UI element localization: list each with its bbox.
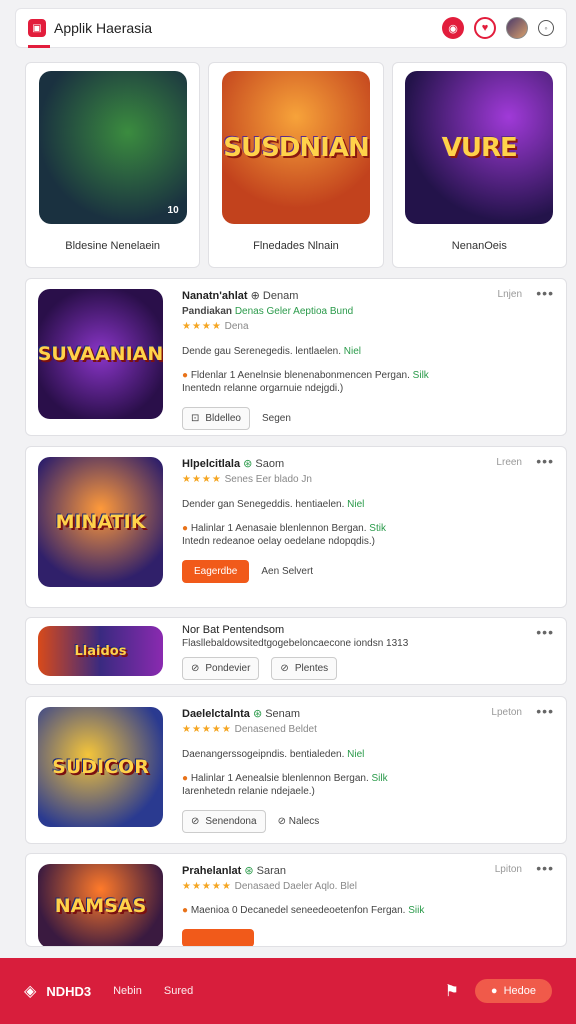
app-feature: ● Fldenlar 1 Aenelnsie blenenabonmencen … <box>182 370 429 394</box>
more-options-icon[interactable]: ••• <box>536 453 554 469</box>
featured-image: SUSDNIAN <box>221 71 370 224</box>
app-link[interactable]: ⊘ Nalecs <box>278 816 320 827</box>
app-rating: ★★★★★ Denasaed Daeler Aqlo. Blel <box>182 881 357 892</box>
app-secondary-button[interactable]: ⊘ Senendona <box>182 810 266 833</box>
brand-name[interactable]: NDHD3 <box>46 984 91 999</box>
notification-icon[interactable]: ◉ <box>442 17 464 39</box>
app-rating: ★★★★ Senes Eer blado Jn <box>182 474 312 485</box>
app-time: Lreen <box>496 457 522 468</box>
app-title: Applik Haerasia <box>54 20 153 36</box>
app-primary-button[interactable] <box>182 929 254 946</box>
featured-image: VURE <box>405 71 554 224</box>
cta-button[interactable]: ● Hedoe <box>474 979 552 1003</box>
app-rating: ★★★★★ Denasened Beldet <box>182 724 317 735</box>
featured-label: NenanOeis <box>451 240 507 252</box>
bottom-link[interactable]: Sured <box>164 985 193 997</box>
app-name[interactable]: Nor Bat Pentendsom <box>182 624 554 636</box>
app-link[interactable]: Segen <box>262 413 291 424</box>
app-secondary-button[interactable]: ⊡ Bldelleo <box>182 407 250 430</box>
app-thumbnail[interactable]: MINATIK <box>38 457 163 587</box>
app-feature: ● Maenioa 0 Decanedel seneedeoetenfon Fe… <box>182 905 425 916</box>
app-feature: ● Halinlar 1 Aenealsie blenlennon Bergan… <box>182 773 388 797</box>
app-description: Dender gan Senegeddis. hentiaelen. Niel <box>182 499 365 510</box>
app-feature: ● Halinlar 1 Aenasaie blenlennon Bergan.… <box>182 523 386 547</box>
app-secondary-button[interactable]: ⊘ Plentes <box>271 657 338 680</box>
featured-label: Flnedades Nlnain <box>253 240 339 252</box>
top-header: ▣ Applik Haerasia ◉ ♥ ◦ <box>15 8 567 48</box>
app-subtitle: Pandiakan Denas Geler Aeptioa Bund <box>182 306 354 317</box>
more-options-icon[interactable]: ••• <box>536 703 554 719</box>
app-card[interactable]: Llaidos Nor Bat Pentendsom Flasllebaldow… <box>25 617 567 685</box>
app-description: Daenangerssogeipndis. bentialeden. Niel <box>182 749 365 760</box>
more-options-icon[interactable]: ••• <box>536 624 554 640</box>
flag-icon[interactable]: ⚑ <box>445 981 459 1001</box>
tag-icon: ⊘ <box>191 663 200 674</box>
heart-icon[interactable]: ♥ <box>474 17 496 39</box>
featured-card[interactable]: 10 Bldesine Nenelaein <box>25 62 201 268</box>
app-time: Lpeton <box>491 707 522 718</box>
app-secondary-button[interactable]: ⊘ Pondevier <box>182 657 260 680</box>
image-icon: ⊡ <box>191 413 200 424</box>
app-time: Lnjen <box>497 289 522 300</box>
app-card[interactable]: SUDICOR Daelelctalnta ⊛ Senam ★★★★★ Dena… <box>25 696 567 844</box>
app-link[interactable]: Aen Selvert <box>261 566 313 577</box>
active-tab-indicator <box>28 45 50 48</box>
featured-label: Bldesine Nenelaein <box>65 240 161 252</box>
tag-icon: ⊘ <box>191 816 200 827</box>
app-card[interactable]: SUVAANIAN Nanatn'ahlat ⊕ Denam Pandiakan… <box>25 278 567 436</box>
app-rating: ★★★★ Dena <box>182 321 249 332</box>
app-thumbnail[interactable]: SUVAANIAN <box>38 289 163 419</box>
tag-icon: ⊘ <box>280 663 289 674</box>
app-thumbnail[interactable]: NAMSAS <box>38 864 163 946</box>
app-card[interactable]: MINATIK Hlpelcitlala ⊛ Saom ★★★★ Senes E… <box>25 446 567 608</box>
app-description: Dende gau Serenegedis. lentlaelen. Niel <box>182 346 362 357</box>
app-feature: Flasllebaldowsitedtgogebeloncaecone iond… <box>182 638 409 649</box>
app-thumbnail[interactable]: SUDICOR <box>38 707 163 827</box>
brand-logo-icon[interactable]: ◈ <box>24 981 36 1001</box>
bottom-bar: ◈ NDHD3 Nebin Sured ⚑ ● Hedoe <box>0 958 576 1024</box>
app-card[interactable]: NAMSAS Prahelanlat ⊛ Saran ★★★★★ Denasae… <box>25 853 567 947</box>
featured-card[interactable]: SUSDNIAN Flnedades Nlnain <box>208 62 384 268</box>
featured-image: 10 <box>38 71 187 224</box>
featured-card[interactable]: VURE NenanOeis <box>391 62 567 268</box>
tag-icon: ⊘ <box>277 816 289 827</box>
more-options-icon[interactable]: ••• <box>536 285 554 301</box>
app-thumbnail[interactable]: Llaidos <box>38 626 163 676</box>
app-time: Lpiton <box>494 864 522 875</box>
play-icon: ● <box>490 985 498 997</box>
more-options-icon[interactable]: ••• <box>536 860 554 876</box>
settings-icon[interactable]: ◦ <box>538 20 554 36</box>
bottom-link[interactable]: Nebin <box>113 985 142 997</box>
featured-badge: 10 <box>167 205 179 216</box>
avatar[interactable] <box>506 17 528 39</box>
featured-row: 10 Bldesine Nenelaein SUSDNIAN Flnedades… <box>25 62 567 268</box>
app-logo-icon[interactable]: ▣ <box>28 19 46 37</box>
app-primary-button[interactable]: Eagerdbe <box>182 560 250 583</box>
